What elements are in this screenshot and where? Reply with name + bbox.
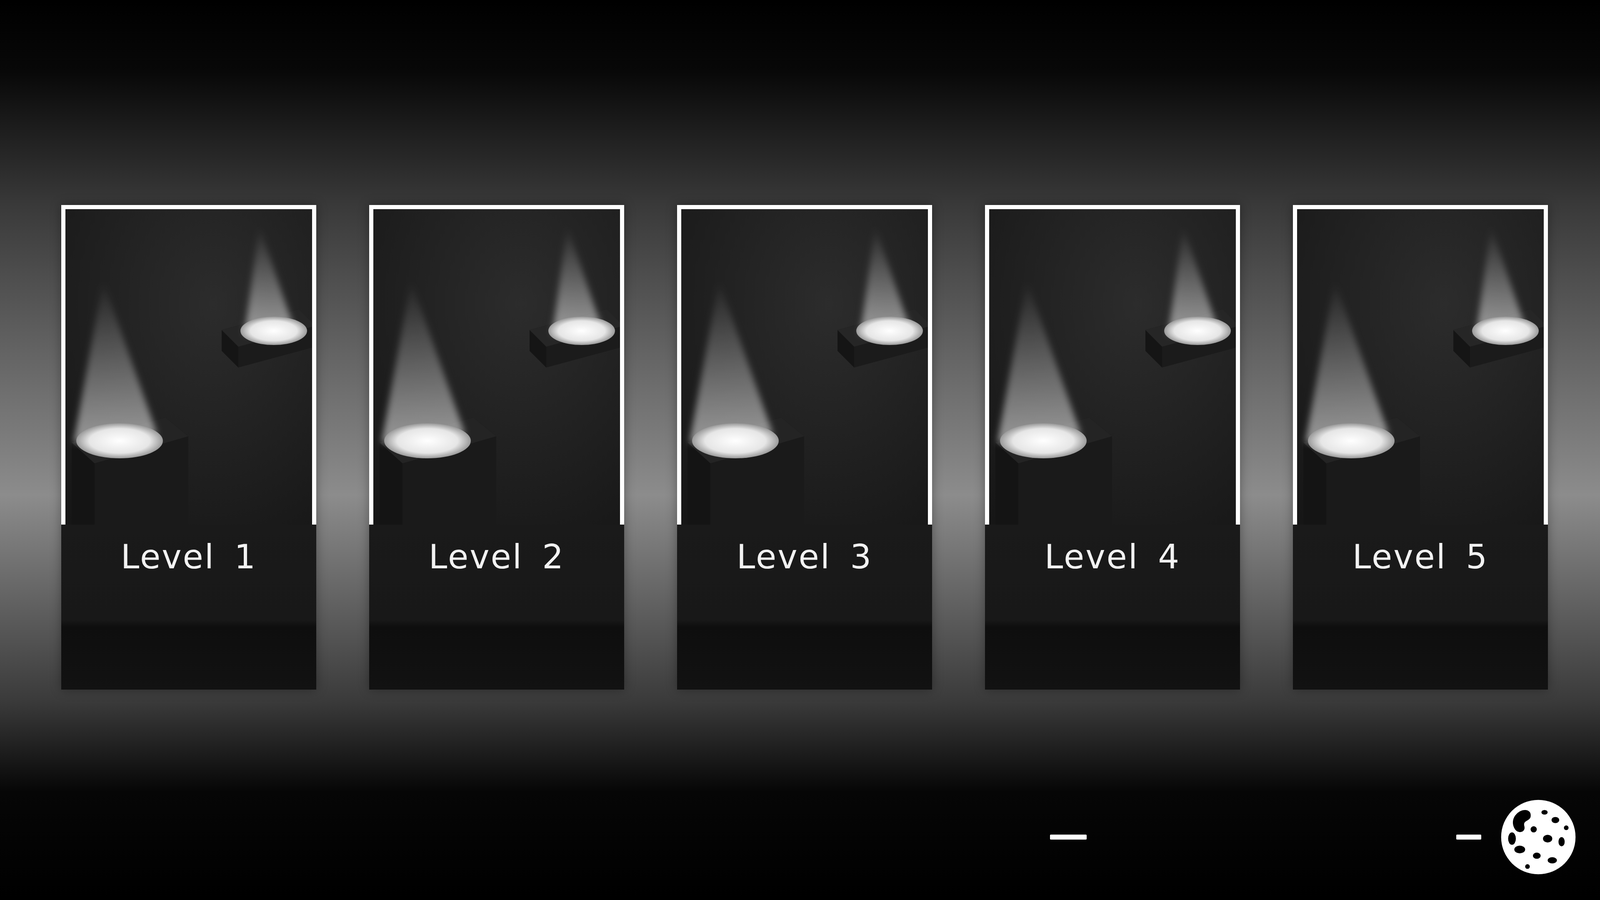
level-preview bbox=[1297, 209, 1544, 525]
level-card[interactable]: Level 1 bbox=[61, 205, 317, 690]
level-label: Level 2 bbox=[428, 536, 565, 578]
level-label: Level 4 bbox=[1044, 536, 1181, 578]
level-card[interactable]: Level 5 bbox=[1292, 205, 1548, 690]
level-label: Level 5 bbox=[1352, 536, 1489, 578]
level-card[interactable]: Level 4 bbox=[985, 205, 1240, 690]
level-preview-frame bbox=[677, 205, 933, 525]
level-preview bbox=[681, 209, 928, 525]
level-label: Level 3 bbox=[736, 536, 873, 578]
footer bbox=[0, 798, 1600, 900]
level-card[interactable]: Level 2 bbox=[369, 205, 625, 690]
level-label-band: Level 1 bbox=[61, 524, 317, 690]
level-label-band: Level 3 bbox=[677, 524, 933, 690]
level-card[interactable]: Level 3 bbox=[677, 205, 933, 690]
moon-button[interactable] bbox=[1499, 798, 1578, 876]
level-list: Level 1 Level 2 Level 3 Level 4 Level 5 bbox=[0, 205, 1600, 690]
dash-mark bbox=[1050, 834, 1087, 840]
level-label-band: Level 2 bbox=[369, 524, 625, 690]
level-preview-frame bbox=[369, 205, 625, 525]
level-preview bbox=[65, 209, 313, 525]
level-preview bbox=[373, 209, 620, 525]
level-label-band: Level 5 bbox=[1292, 524, 1548, 690]
level-preview bbox=[989, 209, 1236, 525]
level-preview-frame bbox=[61, 205, 317, 525]
level-label-band: Level 4 bbox=[985, 524, 1240, 690]
level-preview-frame bbox=[985, 205, 1240, 525]
level-select-screen: Level 1 Level 2 Level 3 Level 4 Level 5 bbox=[0, 0, 1600, 900]
moon-icon bbox=[1499, 798, 1578, 876]
dash-mark bbox=[1456, 834, 1482, 840]
level-label: Level 1 bbox=[120, 536, 258, 578]
level-preview-frame bbox=[1292, 205, 1548, 525]
